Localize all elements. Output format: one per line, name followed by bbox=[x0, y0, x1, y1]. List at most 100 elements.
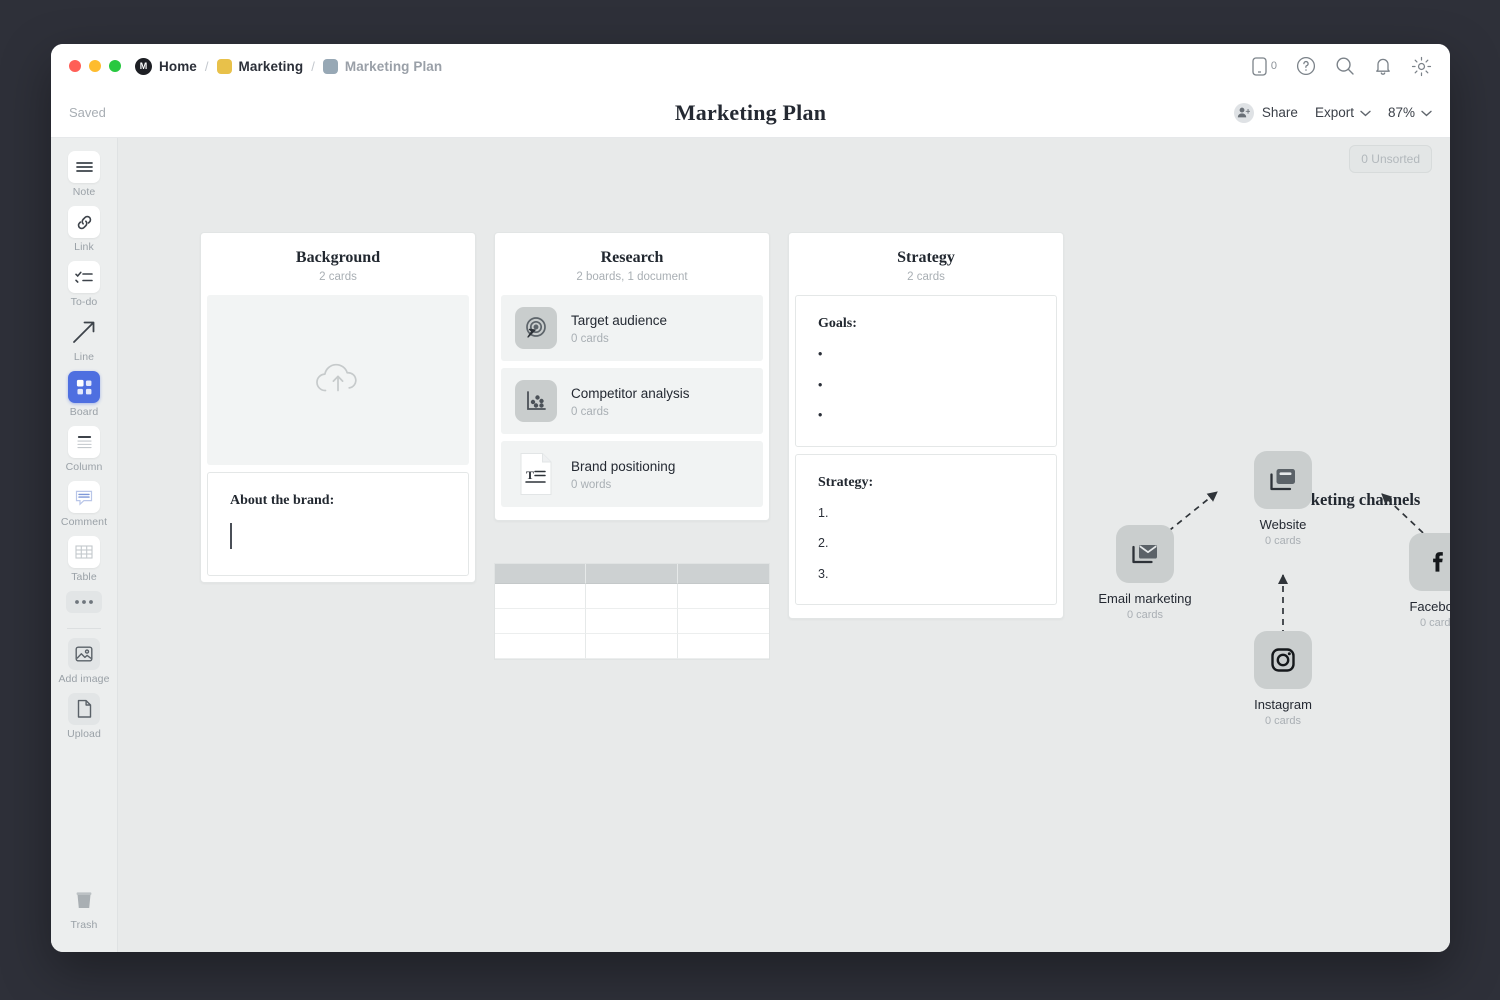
breadcrumb-item-marketing-plan[interactable]: Marketing Plan bbox=[323, 59, 442, 74]
node-label: Facebook bbox=[1378, 599, 1450, 614]
table-header-cell[interactable] bbox=[678, 564, 769, 584]
breadcrumb-label: Marketing bbox=[239, 59, 304, 74]
column-body: About the brand: bbox=[201, 295, 475, 582]
text-cursor bbox=[230, 523, 232, 549]
sidebar-item-label: Note bbox=[54, 186, 114, 198]
title-bar: M Home / Marketing / Marketing Plan 0 bbox=[51, 44, 1450, 88]
upload-file-icon bbox=[68, 693, 100, 725]
search-icon[interactable] bbox=[1335, 56, 1355, 76]
node-meta: 0 cards bbox=[1223, 715, 1343, 727]
breadcrumb-item-home[interactable]: M Home bbox=[135, 58, 197, 75]
sidebar-item-label: Column bbox=[54, 461, 114, 473]
diagram-node-email-marketing[interactable]: Email marketing 0 cards bbox=[1085, 525, 1205, 621]
traffic-lights[interactable] bbox=[69, 60, 121, 72]
zoom-dropdown[interactable]: 87% bbox=[1388, 105, 1432, 120]
breadcrumb-separator: / bbox=[205, 59, 209, 74]
sidebar-item-label: Table bbox=[54, 571, 114, 583]
add-image-icon bbox=[68, 638, 100, 670]
diagram-node-website[interactable]: Website 0 cards bbox=[1223, 451, 1343, 547]
sidebar-item-label: Comment bbox=[54, 516, 114, 528]
board-icon bbox=[68, 371, 100, 403]
maximize-window-button[interactable] bbox=[109, 60, 121, 72]
sidebar-item-upload[interactable]: Upload bbox=[54, 688, 114, 743]
table-cell[interactable] bbox=[495, 584, 586, 609]
app-window: M Home / Marketing / Marketing Plan 0 bbox=[51, 44, 1450, 952]
table-cell[interactable] bbox=[678, 609, 769, 634]
minimize-window-button[interactable] bbox=[89, 60, 101, 72]
node-label: Email marketing bbox=[1085, 591, 1205, 606]
unsorted-badge[interactable]: 0 Unsorted bbox=[1349, 145, 1432, 173]
column-body: Goals: • • • Strategy: 1. 2. 3. bbox=[789, 295, 1063, 618]
diagram-node-facebook[interactable]: Facebook 0 cards bbox=[1378, 533, 1450, 629]
table-cell[interactable] bbox=[678, 584, 769, 609]
sidebar-item-note[interactable]: Note bbox=[54, 146, 114, 201]
rail-divider bbox=[67, 628, 101, 629]
table-card[interactable] bbox=[494, 563, 770, 660]
sidebar-item-label: Trash bbox=[54, 919, 114, 931]
close-window-button[interactable] bbox=[69, 60, 81, 72]
node-meta: 0 cards bbox=[1085, 609, 1205, 621]
list-item-title: Brand positioning bbox=[571, 459, 675, 474]
list-item-text: Brand positioning 0 words bbox=[571, 458, 675, 491]
list-item-meta: 0 cards bbox=[571, 333, 667, 345]
sidebar-item-todo[interactable]: To-do bbox=[54, 256, 114, 311]
sidebar-item-trash[interactable]: Trash bbox=[54, 879, 114, 934]
table-cell[interactable] bbox=[586, 634, 677, 659]
list-item-meta: 0 words bbox=[571, 479, 675, 491]
column-header: Strategy 2 cards bbox=[789, 233, 1063, 295]
table-header-cell[interactable] bbox=[495, 564, 586, 584]
note-card-goals[interactable]: Goals: • • • bbox=[795, 295, 1057, 447]
column-strategy[interactable]: Strategy 2 cards Goals: • • • Strategy: … bbox=[788, 232, 1064, 619]
table-header-cell[interactable] bbox=[586, 564, 677, 584]
table-cell[interactable] bbox=[678, 634, 769, 659]
sidebar-item-line[interactable]: Line bbox=[54, 311, 114, 366]
breadcrumb-item-marketing[interactable]: Marketing bbox=[217, 59, 304, 74]
comment-icon bbox=[68, 481, 100, 513]
diagram-node-instagram[interactable]: Instagram 0 cards bbox=[1223, 631, 1343, 727]
table-cell[interactable] bbox=[586, 584, 677, 609]
table-cell[interactable] bbox=[495, 609, 586, 634]
list-item-title: Competitor analysis bbox=[571, 386, 690, 401]
note-card-strategy[interactable]: Strategy: 1. 2. 3. bbox=[795, 454, 1057, 606]
todo-icon bbox=[68, 261, 100, 293]
toolbar-actions: Share Export 87% bbox=[1234, 103, 1432, 123]
column-header: Research 2 boards, 1 document bbox=[495, 233, 769, 295]
share-button[interactable]: Share bbox=[1234, 103, 1298, 123]
breadcrumb-label: Home bbox=[159, 59, 197, 74]
sidebar-item-more[interactable] bbox=[54, 586, 114, 619]
settings-gear-icon[interactable] bbox=[1411, 56, 1432, 77]
image-placeholder-card[interactable] bbox=[207, 295, 469, 465]
column-subtitle: 2 cards bbox=[799, 271, 1053, 283]
breadcrumb-separator: / bbox=[311, 59, 315, 74]
table-cell[interactable] bbox=[495, 634, 586, 659]
node-label: Instagram bbox=[1223, 697, 1343, 712]
cloud-upload-icon bbox=[311, 357, 365, 404]
sidebar-item-column[interactable]: Column bbox=[54, 421, 114, 476]
table-cell[interactable] bbox=[586, 609, 677, 634]
notifications-icon[interactable] bbox=[1374, 56, 1392, 76]
sidebar-item-add-image[interactable]: Add image bbox=[54, 633, 114, 688]
breadcrumb-label: Marketing Plan bbox=[345, 59, 442, 74]
sidebar-item-link[interactable]: Link bbox=[54, 201, 114, 256]
column-research[interactable]: Research 2 boards, 1 document Target aud… bbox=[494, 232, 770, 521]
sidebar-item-board[interactable]: Board bbox=[54, 366, 114, 421]
list-item[interactable]: Target audience 0 cards bbox=[501, 295, 763, 361]
mobile-icon[interactable]: 0 bbox=[1252, 57, 1277, 76]
note-card-about-brand[interactable]: About the brand: bbox=[207, 472, 469, 576]
help-icon[interactable] bbox=[1296, 56, 1316, 76]
column-background[interactable]: Background 2 cards About the brand: bbox=[200, 232, 476, 583]
envelope-icon bbox=[1116, 525, 1174, 583]
list-item: • bbox=[818, 409, 1034, 422]
list-item-title: Target audience bbox=[571, 313, 667, 328]
board-canvas[interactable]: 0 Unsorted Background 2 cards bbox=[118, 138, 1450, 952]
list-item[interactable]: T Brand positioning 0 words bbox=[501, 441, 763, 507]
sidebar-item-label: Upload bbox=[54, 728, 114, 740]
list-item[interactable]: Competitor analysis 0 cards bbox=[501, 368, 763, 434]
sidebar-item-comment[interactable]: Comment bbox=[54, 476, 114, 531]
sidebar-item-table[interactable]: Table bbox=[54, 531, 114, 586]
list-item-text: Target audience 0 cards bbox=[571, 312, 667, 345]
chevron-down-icon bbox=[1360, 105, 1371, 120]
column-title: Background bbox=[211, 249, 465, 267]
export-dropdown[interactable]: Export bbox=[1315, 105, 1371, 120]
milanote-logo-icon: M bbox=[135, 58, 152, 75]
